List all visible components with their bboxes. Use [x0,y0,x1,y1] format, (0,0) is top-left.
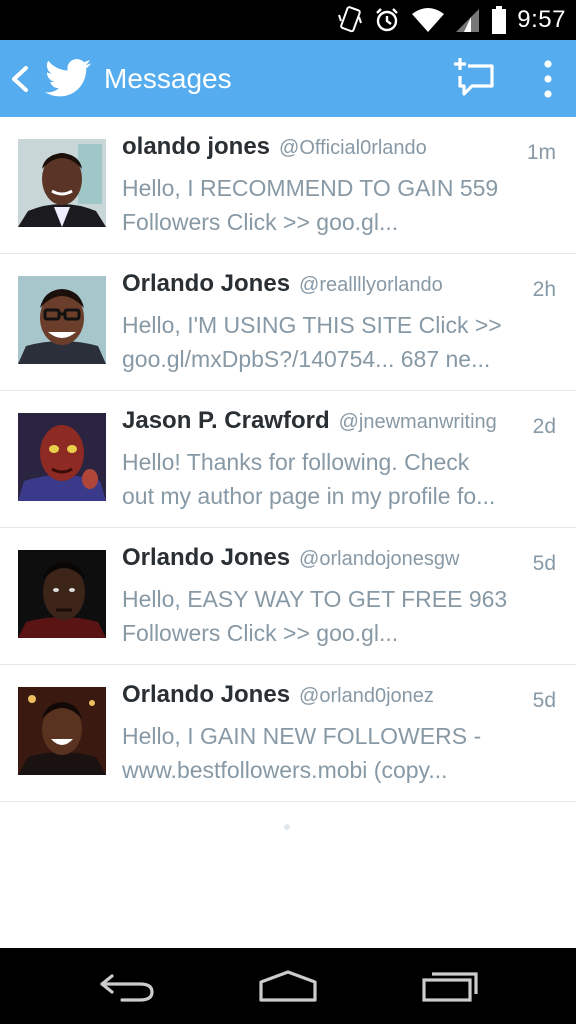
message-header: olando jones @Official0rlando [122,133,556,169]
message-time: 5d [532,552,556,575]
message-time: 2d [532,415,556,438]
preview-line: www.bestfollowers.mobi (copy... [122,757,448,783]
message-preview: Hello, I RECOMMEND TO GAIN 559 Followers… [122,171,532,239]
alarm-icon [373,6,401,34]
message-row[interactable]: olando jones @Official0rlando 1m Hello, … [0,117,576,254]
page-title: Messages [104,63,232,94]
message-time: 2h [532,278,556,301]
preview-line: Hello, EASY WAY TO GET FREE 963 [122,586,508,612]
message-row[interactable]: Orlando Jones @orlandojonesgw 5d Hello, … [0,528,576,665]
compose-message-icon[interactable] [452,56,496,100]
avatar[interactable] [18,687,106,775]
avatar[interactable] [18,276,106,364]
message-row[interactable]: Jason P. Crawford @jnewmanwriting 2d Hel… [0,391,576,528]
back-chevron-icon[interactable] [8,60,32,98]
signal-icon [455,7,481,33]
sender-name: Jason P. Crawford [122,407,330,434]
sender-name: Orlando Jones [122,544,291,571]
sender-handle: @Official0rlando [279,137,427,159]
sender-name: Orlando Jones [122,270,291,297]
app-bar: Messages [0,40,576,117]
message-row[interactable]: Orlando Jones @orland0jonez 5d Hello, I … [0,665,576,802]
vibrate-icon [337,5,363,35]
avatar[interactable] [18,139,106,227]
loading-indicator [284,824,290,830]
message-preview: Hello, I GAIN NEW FOLLOWERS - www.bestfo… [122,719,532,787]
preview-line: Hello! Thanks for following. Check [122,449,470,475]
message-time: 1m [526,141,556,164]
message-time: 5d [532,689,556,712]
sender-handle: @jnewmanwriting [338,411,497,433]
preview-line: Followers Click >> goo.gl... [122,209,399,235]
status-icons: 9:57 [337,0,566,40]
wifi-icon [411,7,445,33]
messages-list: olando jones @Official0rlando 1m Hello, … [0,117,576,802]
sender-handle: @orland0jonez [299,685,434,707]
sender-name: Orlando Jones [122,681,291,708]
preview-line: Hello, I GAIN NEW FOLLOWERS - [122,723,482,749]
message-header: Orlando Jones @reallllyorlando [122,270,556,306]
sender-name: olando jones [122,133,271,160]
nav-home-icon[interactable] [258,968,318,1004]
message-header: Jason P. Crawford @jnewmanwriting [122,407,556,443]
preview-line: Hello, I RECOMMEND TO GAIN 559 [122,175,499,201]
message-header: Orlando Jones @orland0jonez [122,681,556,717]
message-preview: Hello, I'M USING THIS SITE Click >> goo.… [122,308,532,376]
battery-icon [491,6,507,34]
message-header: Orlando Jones @orlandojonesgw [122,544,556,580]
status-time: 9:57 [517,6,566,33]
avatar[interactable] [18,550,106,638]
nav-recents-icon[interactable] [420,968,480,1004]
nav-back-icon[interactable] [98,968,158,1004]
message-row[interactable]: Orlando Jones @reallllyorlando 2h Hello,… [0,254,576,391]
preview-line: goo.gl/mxDpbS?/140754... 687 ne... [122,346,491,372]
preview-line: Hello, I'M USING THIS SITE Click >> [122,312,502,338]
twitter-bird-icon[interactable] [45,58,91,98]
overflow-menu-icon[interactable] [536,58,560,100]
message-preview: Hello, EASY WAY TO GET FREE 963 Follower… [122,582,532,650]
sender-handle: @orlandojonesgw [299,548,460,570]
preview-line: Followers Click >> goo.gl... [122,620,399,646]
message-preview: Hello! Thanks for following. Check out m… [122,445,532,513]
preview-line: out my author page in my profile fo... [122,483,496,509]
avatar[interactable] [18,413,106,501]
sender-handle: @reallllyorlando [299,274,443,296]
status-bar: 9:57 [0,0,576,40]
